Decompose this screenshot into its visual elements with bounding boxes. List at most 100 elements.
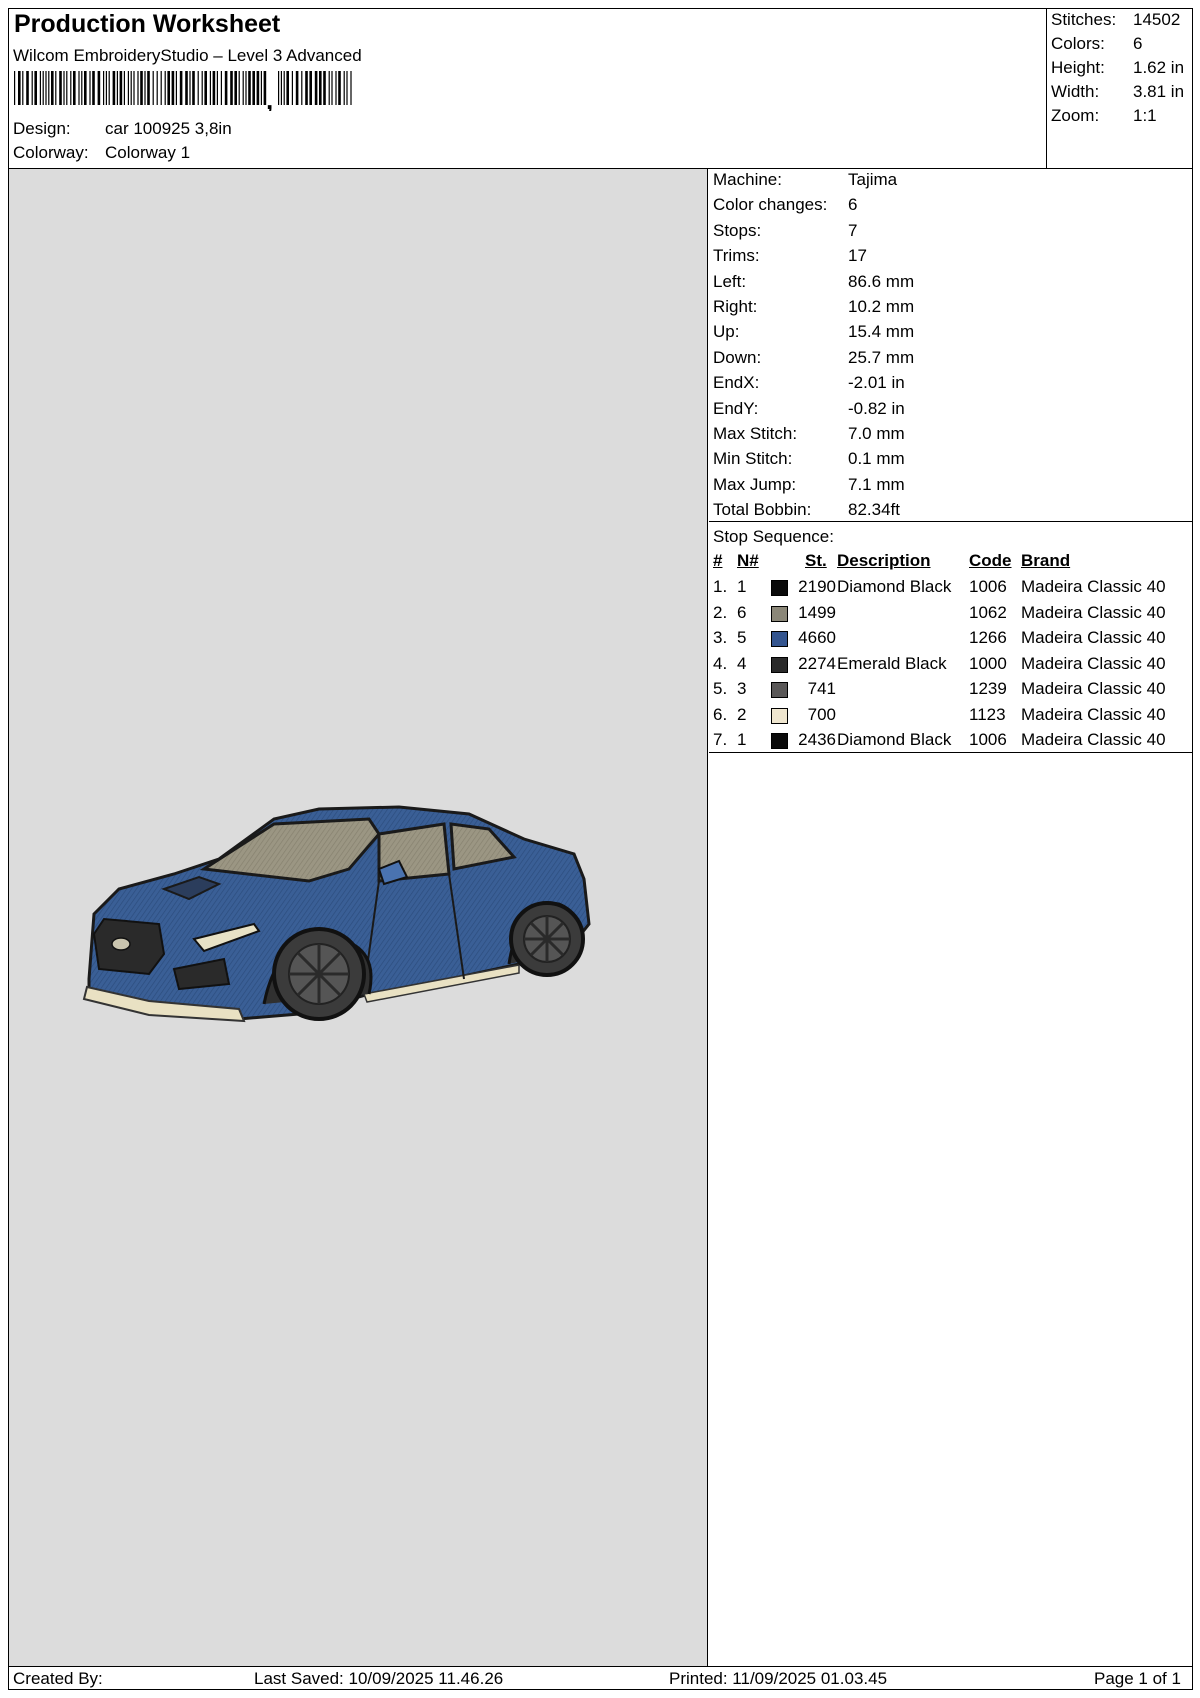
stat-label: Width:	[1051, 82, 1100, 101]
seq-num: 3.	[713, 628, 728, 647]
seq-n: 6	[737, 602, 747, 622]
seq-n: 3	[737, 679, 747, 698]
stop-sequence-row: 5. 3 741 1239 Madeira Classic 40	[713, 679, 1191, 703]
worksheet-footer: Created By: Last Saved: 10/09/2025 11.46…	[9, 1666, 1192, 1690]
thread-color-swatch	[771, 580, 788, 596]
info-value: 25.7 mm	[848, 347, 915, 367]
seq-description: Diamond Black	[837, 730, 952, 749]
seq-brand: Madeira Classic 40	[1021, 704, 1166, 724]
thread-color-swatch	[771, 656, 788, 673]
thread-color-swatch	[771, 682, 788, 698]
stat-value: 14502	[1133, 10, 1181, 29]
colorway-label: Colorway:	[13, 143, 89, 162]
machine-info-row: EndY: -0.82 in	[713, 399, 905, 419]
page-number: Page 1 of 1	[1094, 1669, 1181, 1688]
barcode: ,	[14, 71, 352, 111]
info-label: Left:	[713, 271, 747, 291]
thread-color-swatch	[771, 605, 788, 622]
stat-label: Height:	[1051, 58, 1105, 77]
info-label: Down:	[713, 347, 762, 367]
machine-info-row: EndX: -2.01 in	[713, 373, 905, 393]
created-by: Created By:	[13, 1669, 103, 1688]
seq-code: 1239	[969, 679, 1007, 698]
divider	[709, 521, 1192, 522]
stop-sequence-row: 6. 2 700 1123 Madeira Classic 40	[713, 705, 1191, 729]
info-value: 82.34ft	[848, 500, 900, 520]
colorway-value: Colorway 1	[105, 143, 191, 162]
seq-code: 1006	[969, 577, 1007, 596]
worksheet-header: Production Worksheet Wilcom EmbroiderySt…	[9, 9, 1192, 169]
info-label: EndY:	[713, 398, 759, 418]
stop-sequence-row: 7. 1 2436 Diamond Black 1006 Madeira Classic …	[713, 730, 1191, 754]
stat-value: 6	[1133, 34, 1143, 53]
seq-n: 2	[737, 704, 747, 724]
seq-n: 1	[737, 577, 747, 596]
seq-brand: Madeira Classic 40	[1021, 577, 1166, 596]
info-value: 0.1 mm	[848, 449, 905, 469]
machine-info-row: Machine: Tajima	[713, 170, 897, 190]
stat-zoom: Zoom: 1:1	[1051, 106, 1193, 126]
seq-num: 4.	[713, 653, 728, 673]
seq-st: 2190	[798, 577, 836, 596]
info-value: 15.4 mm	[848, 322, 915, 342]
seq-brand: Madeira Classic 40	[1021, 730, 1166, 749]
info-value: -0.82 in	[848, 398, 905, 418]
info-label: Stops:	[713, 220, 762, 240]
seq-st: 700	[807, 704, 836, 724]
seq-num: 6.	[713, 704, 728, 724]
design-value: car 100925 3,8in	[105, 119, 232, 138]
machine-info-row: Left: 86.6 mm	[713, 272, 914, 292]
software-name: Wilcom EmbroideryStudio – Level 3 Advanc…	[13, 46, 362, 65]
colorway-row: Colorway: Colorway 1	[13, 143, 190, 163]
seq-n: 1	[737, 730, 747, 749]
seq-description: Emerald Black	[837, 653, 947, 673]
stop-sequence-title: Stop Sequence:	[713, 527, 834, 546]
seq-n: 4	[737, 653, 747, 673]
col-num: #	[713, 551, 723, 570]
seq-description: Diamond Black	[837, 577, 952, 596]
info-value: 7.1 mm	[848, 474, 905, 494]
stat-label: Zoom:	[1051, 106, 1100, 125]
page-title: Production Worksheet	[14, 10, 281, 38]
machine-info-row: Trims: 17	[713, 246, 867, 266]
machine-info-row: Max Stitch: 7.0 mm	[713, 424, 905, 444]
design-preview	[9, 169, 708, 1666]
seq-code: 1266	[969, 628, 1007, 647]
thread-color-swatch	[771, 631, 788, 647]
stat-label: Stitches:	[1051, 10, 1117, 29]
design-row: Design: car 100925 3,8in	[13, 119, 232, 139]
info-value: 7.0 mm	[848, 424, 905, 443]
thread-color-swatch	[771, 733, 788, 749]
stat-label: Colors:	[1051, 34, 1105, 53]
stat-value: 3.81 in	[1133, 82, 1185, 101]
svg-text:,: ,	[266, 85, 273, 111]
stat-colors: Colors: 6	[1051, 34, 1193, 54]
info-value: 6	[848, 195, 858, 215]
info-label: Max Jump:	[713, 474, 797, 494]
stat-value: 1:1	[1133, 106, 1157, 125]
seq-code: 1123	[969, 704, 1006, 724]
machine-info-row: Color changes: 6	[713, 195, 857, 215]
stat-stitches: Stitches: 14502	[1051, 10, 1193, 30]
info-label: Min Stitch:	[713, 449, 793, 469]
seq-st: 2274	[798, 653, 836, 673]
seq-st: 2436	[798, 730, 836, 749]
machine-info-row: Max Jump: 7.1 mm	[713, 475, 905, 495]
printed-date: Printed: 11/09/2025 01.03.45	[669, 1669, 888, 1688]
thread-color-swatch	[771, 707, 788, 724]
seq-brand: Madeira Classic 40	[1021, 679, 1166, 698]
col-st: St.	[805, 551, 827, 570]
seq-num: 7.	[713, 730, 728, 749]
seq-num: 1.	[713, 577, 728, 596]
stop-sequence-row: 4. 4 2274 Emerald Black 1000 Madeira Classic …	[713, 654, 1191, 678]
machine-info-row: Total Bobbin: 82.34ft	[713, 500, 900, 520]
info-value: -2.01 in	[848, 373, 905, 393]
info-value: Tajima	[848, 170, 898, 189]
seq-brand: Madeira Classic 40	[1021, 653, 1166, 673]
machine-info-row: Min Stitch: 0.1 mm	[713, 449, 905, 469]
info-value: 17	[848, 246, 867, 266]
col-n: N#	[737, 551, 759, 570]
stop-sequence-row: 1. 1 2190 Diamond Black 1006 Madeira Classic …	[713, 577, 1191, 601]
stat-height: Height: 1.62 in	[1051, 58, 1193, 78]
seq-st: 1499	[798, 602, 836, 622]
